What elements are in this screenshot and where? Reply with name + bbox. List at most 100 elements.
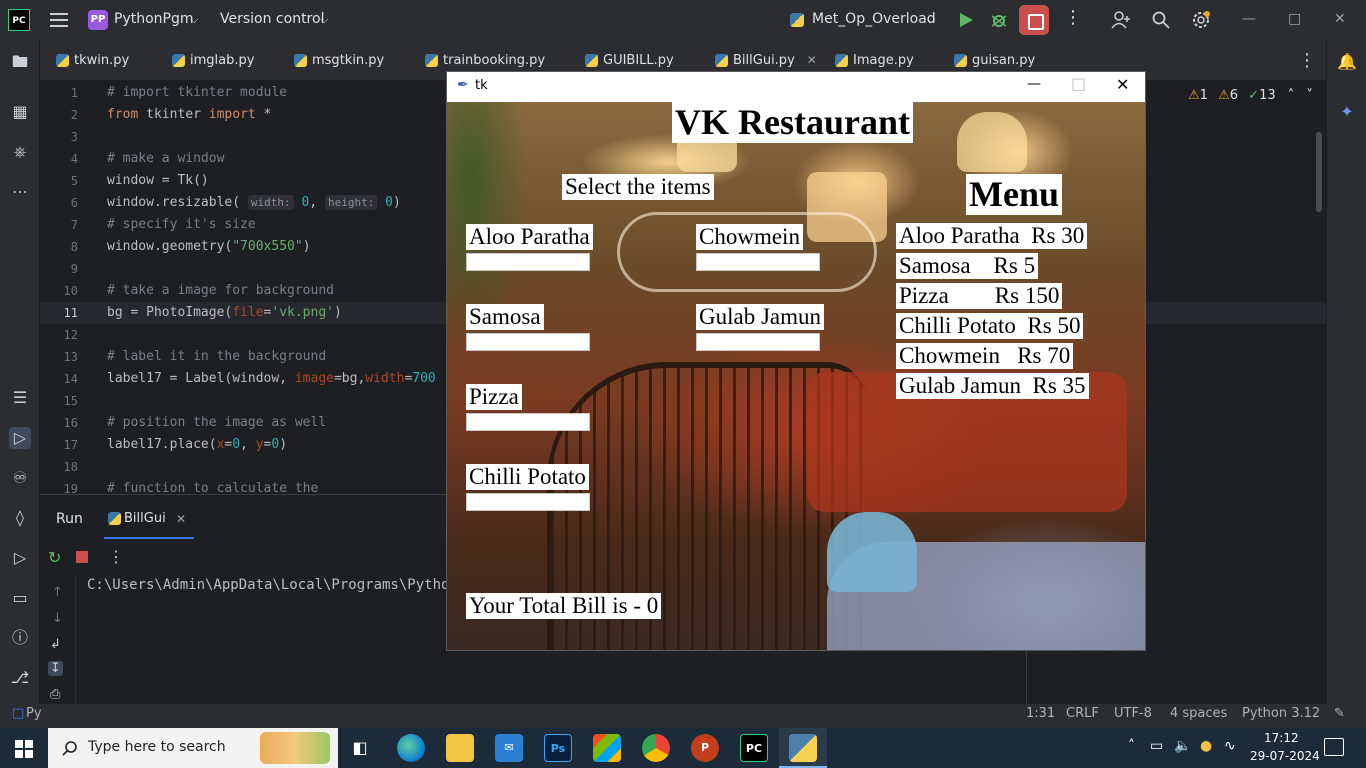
indent-setting[interactable]: 4 spaces xyxy=(1170,706,1227,721)
inspections-widget[interactable]: ⚠1 ⚠6 ✓13 ˄ ˅ xyxy=(1188,88,1313,103)
windows-start-icon[interactable] xyxy=(15,740,33,758)
microsoft-store-icon[interactable] xyxy=(593,734,621,762)
more-vertical-icon[interactable]: ⋮ xyxy=(108,547,124,566)
quantity-input-chilli-potato[interactable] xyxy=(466,493,590,511)
more-vertical-icon[interactable]: ⋮ xyxy=(1064,7,1082,28)
line-number: 10 xyxy=(63,284,78,298)
line-number: 7 xyxy=(70,218,78,232)
tab-tkwin[interactable]: tkwin.py xyxy=(54,40,129,81)
lock-icon[interactable]: ✎ xyxy=(1334,706,1345,721)
editor-scrollbar[interactable] xyxy=(1316,132,1322,212)
problems-icon[interactable]: ⓘ xyxy=(9,627,31,649)
run-icon[interactable] xyxy=(958,12,974,28)
pycharm-taskbar-icon[interactable]: PC xyxy=(740,734,768,762)
taskbar-search-box[interactable]: Type here to search xyxy=(48,728,338,768)
search-icon xyxy=(62,741,77,756)
version-control-menu[interactable]: Version control xyxy=(220,11,324,27)
more-horizontal-icon[interactable]: ⋯ xyxy=(9,181,31,203)
settings-gear-icon[interactable] xyxy=(1191,10,1211,30)
code-line: window.geometry("700x550") xyxy=(107,239,311,254)
close-tab-icon[interactable]: ✕ xyxy=(176,512,186,526)
project-folder-icon[interactable]: 🖿 xyxy=(9,51,31,73)
layers-icon[interactable]: ◊ xyxy=(9,507,31,529)
chevron-up-icon[interactable]: ˄ xyxy=(1288,88,1295,103)
scroll-up-icon[interactable]: ↑ xyxy=(52,585,63,600)
tab-msgtkin[interactable]: msgtkin.py xyxy=(292,40,384,81)
line-number: 16 xyxy=(63,416,78,430)
run-configuration-selector[interactable]: Met_Op_Overload xyxy=(812,11,936,27)
line-number: 6 xyxy=(70,196,78,210)
clock-time[interactable]: 17:12 xyxy=(1264,731,1299,745)
quantity-input-pizza[interactable] xyxy=(466,413,590,431)
close-icon[interactable]: ✕ xyxy=(1116,75,1129,94)
stop-icon[interactable] xyxy=(76,551,88,563)
tab-imglab[interactable]: imglab.py xyxy=(170,40,254,81)
menu-price-line: Gulab Jamun Rs 35 xyxy=(896,373,1089,400)
terminal-icon[interactable]: ▭ xyxy=(9,587,31,609)
typo-check-icon: ✓ xyxy=(1248,88,1260,103)
add-user-icon[interactable] xyxy=(1111,10,1131,30)
right-tool-strip: 🔔 ✦ xyxy=(1326,40,1366,704)
scroll-to-end-icon[interactable]: ↧ xyxy=(48,661,63,676)
minimize-icon[interactable]: — xyxy=(1027,76,1041,92)
tab-label: trainbooking.py xyxy=(443,53,546,68)
quantity-input-gulab-jamun[interactable] xyxy=(696,333,820,351)
chevron-down-icon[interactable]: ˅ xyxy=(1306,88,1313,103)
battery-icon[interactable]: ▭ xyxy=(1150,738,1163,754)
close-tab-icon[interactable]: ✕ xyxy=(807,53,817,67)
billgui-run-tab[interactable]: BillGui ✕ xyxy=(104,503,194,539)
alert-icon[interactable]: ● xyxy=(1200,738,1212,754)
scroll-down-icon[interactable]: ↓ xyxy=(52,611,63,626)
pycharm-logo-icon[interactable]: PC xyxy=(8,9,30,31)
caret-position[interactable]: 1:31 xyxy=(1026,706,1055,721)
photoshop-icon[interactable]: Ps xyxy=(544,734,572,762)
stop-button[interactable] xyxy=(1019,5,1049,35)
git-icon[interactable]: ⎇ xyxy=(9,667,31,689)
clock-date[interactable]: 29-07-2024 xyxy=(1250,749,1320,763)
show-hidden-icons[interactable]: ˄ xyxy=(1128,738,1135,754)
file-explorer-icon[interactable] xyxy=(446,734,474,762)
print-icon[interactable]: ⎙ xyxy=(50,687,60,702)
speaker-icon[interactable]: 🔈 xyxy=(1174,738,1191,754)
chrome-icon[interactable] xyxy=(642,734,670,762)
bookmark-icon[interactable]: ⎈ xyxy=(9,141,31,163)
code-line: # label it in the background xyxy=(107,349,327,364)
project-short[interactable]: Py xyxy=(26,706,42,721)
edge-browser-icon[interactable] xyxy=(397,734,425,762)
task-view-icon[interactable]: ◧ xyxy=(346,734,374,762)
file-encoding[interactable]: UTF-8 xyxy=(1114,706,1152,721)
tk-title-bar: ✒ tk — □ ✕ xyxy=(447,72,1145,102)
tab-label: msgtkin.py xyxy=(312,53,385,68)
hamburger-menu-icon[interactable] xyxy=(50,12,68,28)
powerpoint-icon[interactable]: P xyxy=(691,734,719,762)
line-number: 17 xyxy=(63,438,78,452)
notifications-bell-icon[interactable]: 🔔 xyxy=(1336,51,1358,73)
quantity-input-chowmein[interactable] xyxy=(696,253,820,271)
tk-feather-icon: ✒ xyxy=(457,77,469,93)
notification-center-icon[interactable] xyxy=(1324,738,1344,756)
maximize-icon[interactable]: □ xyxy=(1288,11,1301,27)
blue-chair xyxy=(827,512,917,592)
structure-icon[interactable]: ▦ xyxy=(9,101,31,123)
more-vertical-icon[interactable]: ⋮ xyxy=(1298,50,1316,71)
soft-wrap-icon[interactable]: ↲ xyxy=(50,637,61,652)
line-separator[interactable]: CRLF xyxy=(1066,706,1099,721)
search-icon[interactable] xyxy=(1152,11,1170,29)
minimize-icon[interactable]: — xyxy=(1242,11,1256,27)
services-icon[interactable]: ▷ xyxy=(9,547,31,569)
ai-assistant-icon[interactable]: ✦ xyxy=(1336,101,1358,123)
close-icon[interactable]: ✕ xyxy=(1334,11,1346,27)
quantity-input-aloo-paratha[interactable] xyxy=(466,253,590,271)
debug-icon[interactable] xyxy=(990,11,1008,29)
quantity-input-samosa[interactable] xyxy=(466,333,590,351)
mail-icon[interactable]: ✉ xyxy=(495,734,523,762)
run-tab[interactable]: Run xyxy=(56,511,83,527)
project-name[interactable]: PythonPgm xyxy=(114,11,194,27)
rerun-icon[interactable]: ↻ xyxy=(48,548,61,567)
python-interpreter[interactable]: Python 3.12 xyxy=(1242,706,1320,721)
todo-list-icon[interactable]: ☰ xyxy=(9,387,31,409)
run-tool-icon[interactable]: ▷ xyxy=(9,427,31,449)
python-console-icon[interactable]: ♾ xyxy=(9,467,31,489)
wifi-icon[interactable]: ∿ xyxy=(1224,738,1236,754)
line-number: 12 xyxy=(63,328,78,342)
